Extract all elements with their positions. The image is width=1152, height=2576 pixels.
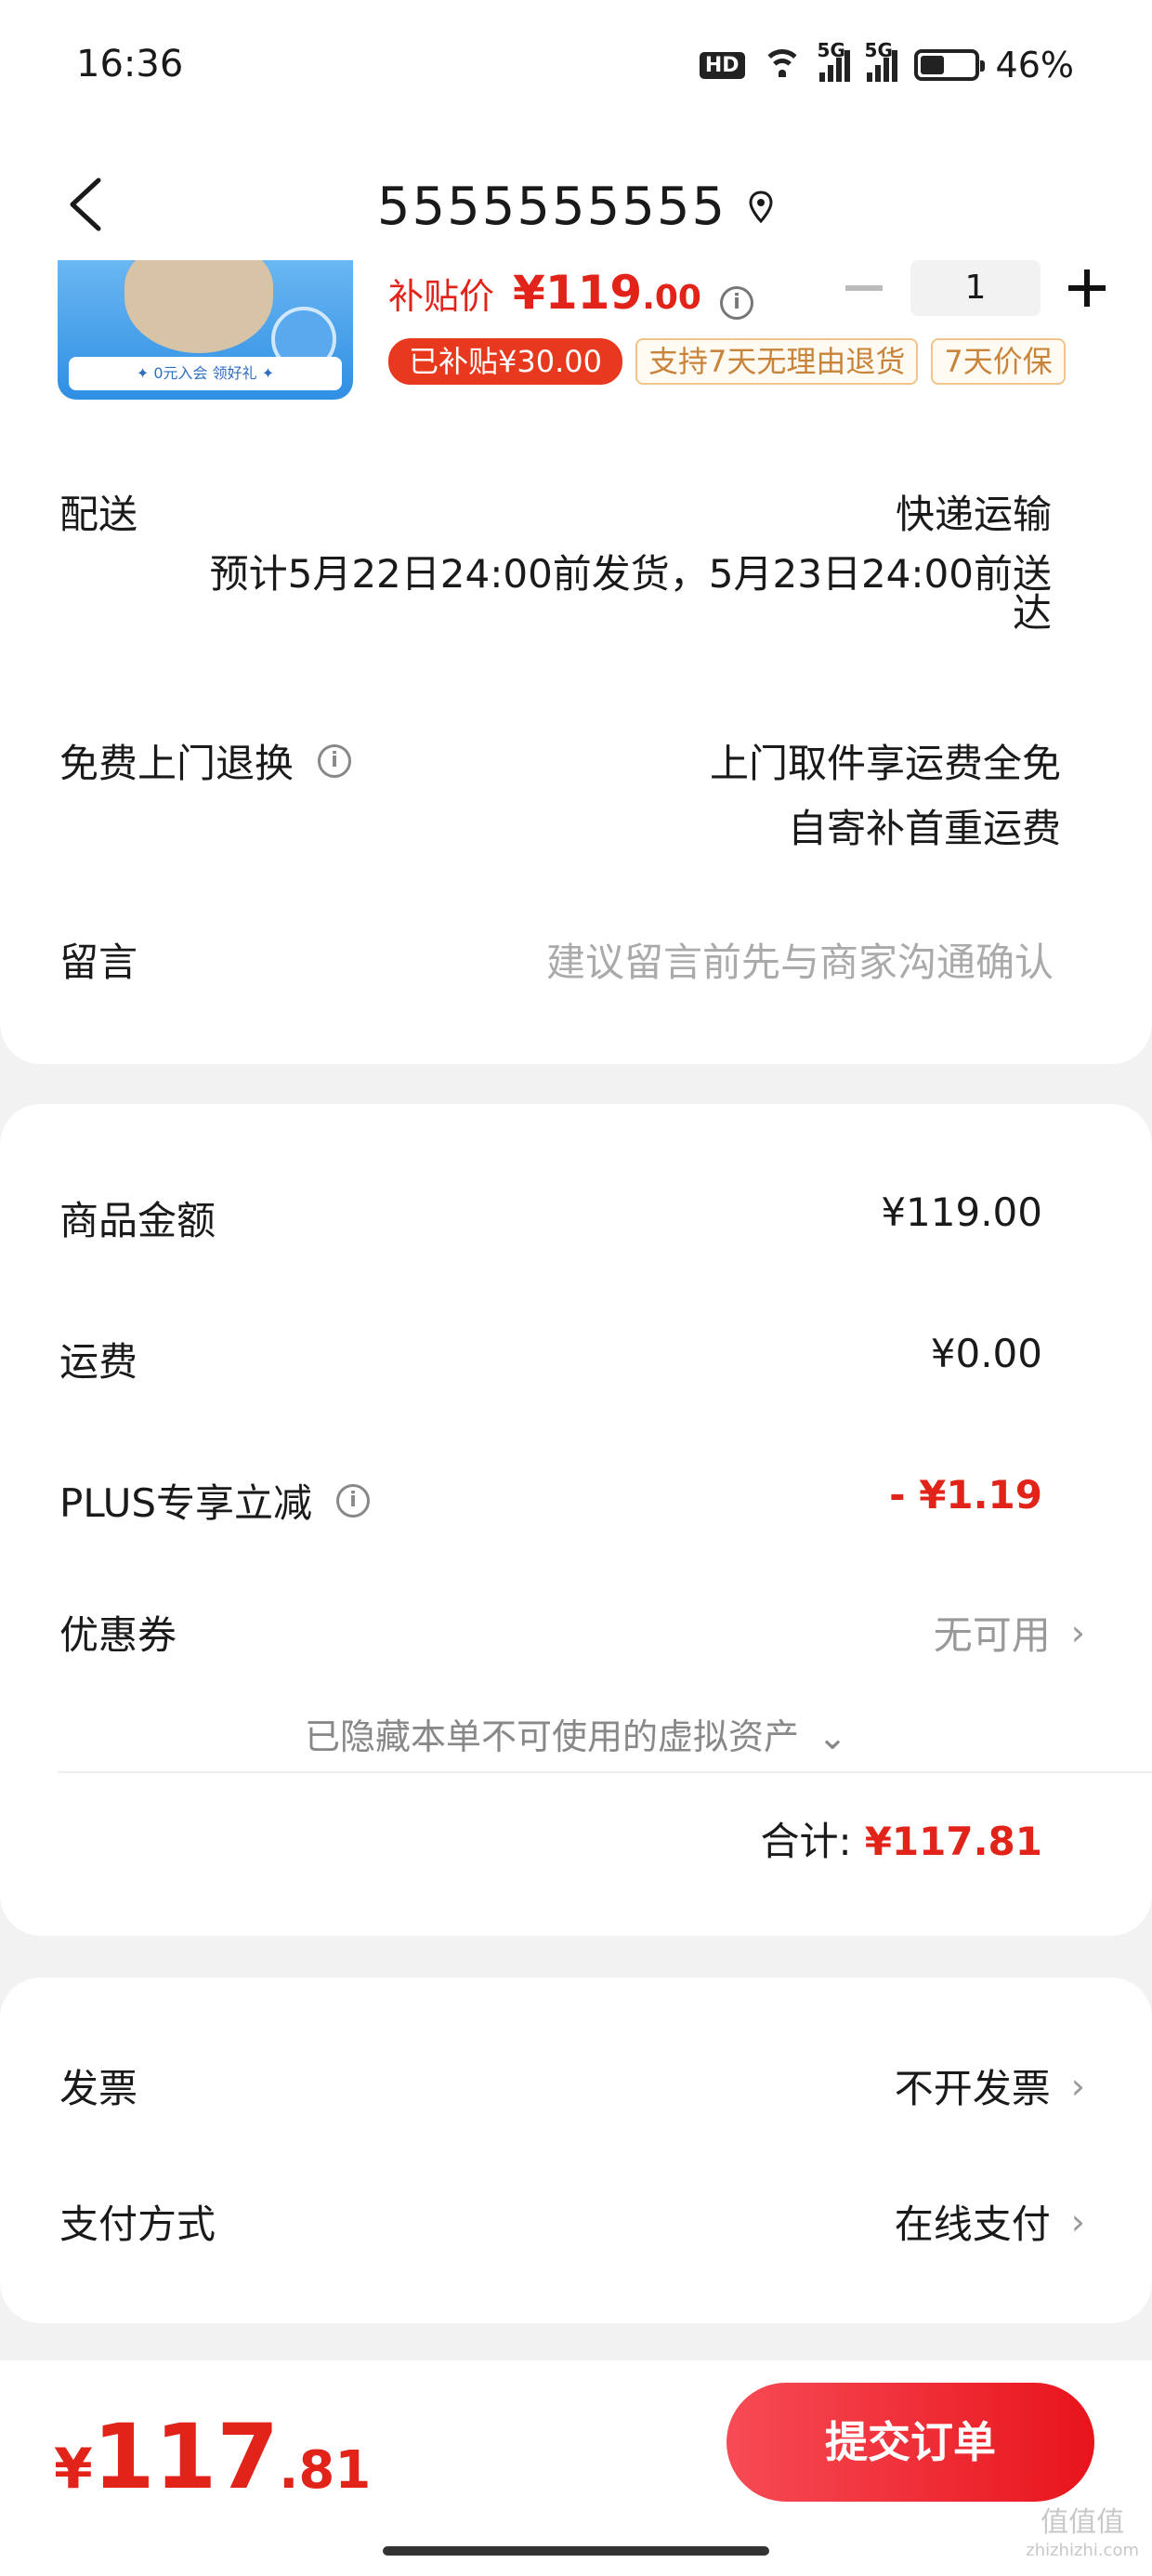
- status-time: 16:36: [76, 43, 184, 85]
- chevron-right-icon: ›: [1070, 2201, 1085, 2242]
- message-row: 留言 建议留言前先与商家沟通确认: [59, 931, 1054, 996]
- free-return-info-icon[interactable]: i: [318, 743, 352, 778]
- chevron-down-icon: ⌄: [818, 1716, 847, 1757]
- nav-bar: 5555555555: [0, 139, 1152, 260]
- checkout-bar: ¥ 117 .81 提交订单: [0, 2360, 1152, 2576]
- plus-info-icon[interactable]: i: [336, 1483, 371, 1518]
- payment-method-label: 支付方式: [59, 2201, 216, 2247]
- delivery-label: 配送: [59, 492, 138, 537]
- hidden-assets-text: 已隐藏本单不可使用的虚拟资产: [305, 1716, 800, 1757]
- subsidy-tag: 已补贴¥30.00: [388, 338, 622, 385]
- invoice-label: 发票: [59, 2066, 138, 2111]
- battery-fill: [920, 56, 944, 74]
- wifi-icon: [761, 49, 803, 81]
- signal-icon: 5G: [818, 39, 850, 82]
- thumbnail-strip: ✦ 0元入会 领好礼 ✦: [69, 357, 342, 390]
- delivery-estimate: 预计5月22日24:00前发货，5月23日24:00前送: [209, 551, 1052, 597]
- battery-icon: [913, 49, 985, 81]
- location-pin-icon[interactable]: [747, 190, 775, 225]
- free-return-line2: 自寄补首重运费: [787, 806, 1061, 851]
- watermark-logo: 值值值 zhizhizhi.com: [1026, 2506, 1139, 2560]
- price-label: 补贴价: [388, 276, 495, 317]
- product-thumbnail[interactable]: ✦ 0元入会 领好礼 ✦: [58, 260, 353, 400]
- hd-badge: HD: [699, 51, 745, 79]
- goods-amount-value: ¥119.00: [881, 1189, 1042, 1235]
- price-info-icon[interactable]: i: [719, 286, 753, 320]
- status-indicators: HD 5G 5G 46%: [699, 39, 1074, 85]
- hidden-assets-toggle[interactable]: 已隐藏本单不可使用的虚拟资产 ⌄: [0, 1708, 1152, 1759]
- invoice-value: 不开发票: [894, 2066, 1051, 2111]
- signal-icon-2: 5G: [865, 39, 897, 82]
- quantity-input[interactable]: 1: [910, 260, 1041, 316]
- shipping-label: 运费: [59, 1339, 138, 1385]
- total-value: ¥117.81: [864, 1819, 1042, 1864]
- message-input[interactable]: 建议留言前先与商家沟通确认: [546, 931, 1054, 988]
- total-label: 合计:: [760, 1819, 852, 1864]
- page-title-wrap: 5555555555: [0, 177, 1152, 237]
- free-return-label: 免费上门退换: [59, 741, 295, 786]
- delivery-row[interactable]: 配送 快递运输 预计5月22日24:00前发货，5月23日24:00前送 达: [59, 483, 1087, 636]
- delivery-estimate-cont: 达: [1012, 590, 1052, 636]
- chevron-right-icon: ›: [1070, 2065, 1085, 2107]
- submit-order-button[interactable]: 提交订单: [727, 2383, 1094, 2502]
- checkout-total: ¥ 117 .81: [54, 2405, 372, 2509]
- message-label: 留言: [59, 940, 138, 985]
- chevron-right-icon: ›: [1070, 1611, 1085, 1653]
- product-image-pad: [124, 260, 273, 353]
- status-bar: 16:36 HD 5G 5G 46%: [0, 0, 1152, 139]
- quantity-stepper: 1: [845, 260, 1106, 316]
- order-items-card: ✦ 0元入会 领好礼 ✦ 补贴价 ¥119.00 i 1 已补贴¥30.00 支…: [0, 260, 1152, 1064]
- payment-method-value: 在线支付: [894, 2201, 1051, 2247]
- plus-discount-label: PLUS专享立减: [59, 1480, 313, 1526]
- page-title: 5555555555: [376, 177, 727, 237]
- goods-amount-label: 商品金额: [59, 1198, 216, 1243]
- coupon-label: 优惠券: [59, 1612, 177, 1658]
- price-row: 补贴价 ¥119.00 i: [388, 266, 753, 320]
- home-indicator[interactable]: [383, 2546, 769, 2556]
- invoice-payment-card: 发票 不开发票 › 支付方式 在线支付 ›: [0, 1978, 1152, 2323]
- battery-percent: 46%: [995, 45, 1074, 85]
- plus-discount-value: - ¥1.19: [889, 1472, 1042, 1518]
- price-summary-card: 商品金额 ¥119.00 运费 ¥0.00 PLUS专享立减 i - ¥1.19…: [0, 1104, 1152, 1936]
- return-policy-tag: 支持7天无理由退货: [635, 338, 919, 385]
- price-value: ¥119.00: [513, 266, 701, 320]
- free-return-line1: 上门取件享运费全免: [709, 741, 1061, 786]
- coupon-value: 无可用: [933, 1612, 1051, 1658]
- summary-divider: [58, 1771, 1152, 1773]
- product-tags: 已补贴¥30.00 支持7天无理由退货 7天价保: [388, 338, 1066, 385]
- price-protect-tag: 7天价保: [931, 338, 1066, 385]
- decrease-button[interactable]: [845, 285, 883, 291]
- delivery-method: 快递运输: [895, 492, 1052, 537]
- free-return-row[interactable]: 免费上门退换 i 上门取件享运费全免 自寄补首重运费: [59, 732, 1061, 851]
- increase-button[interactable]: [1068, 269, 1106, 307]
- shipping-value: ¥0.00: [930, 1331, 1042, 1376]
